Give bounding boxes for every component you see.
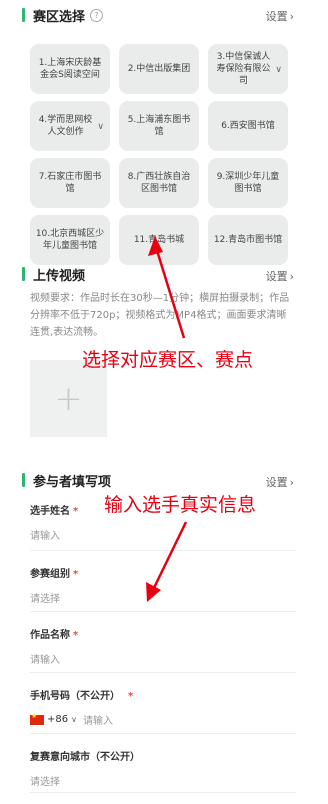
annotation-enter-info: 输入选手真实信息 [104,494,257,516]
annotation-select-region: 选择对应赛区、赛点 [82,349,254,371]
annotation-arrow-line [153,243,186,339]
annotation-arrows [146,236,188,602]
annotation-arrow-line [150,521,188,593]
annotation-arrow-head [148,236,163,256]
annotation-arrow-head [146,582,161,602]
